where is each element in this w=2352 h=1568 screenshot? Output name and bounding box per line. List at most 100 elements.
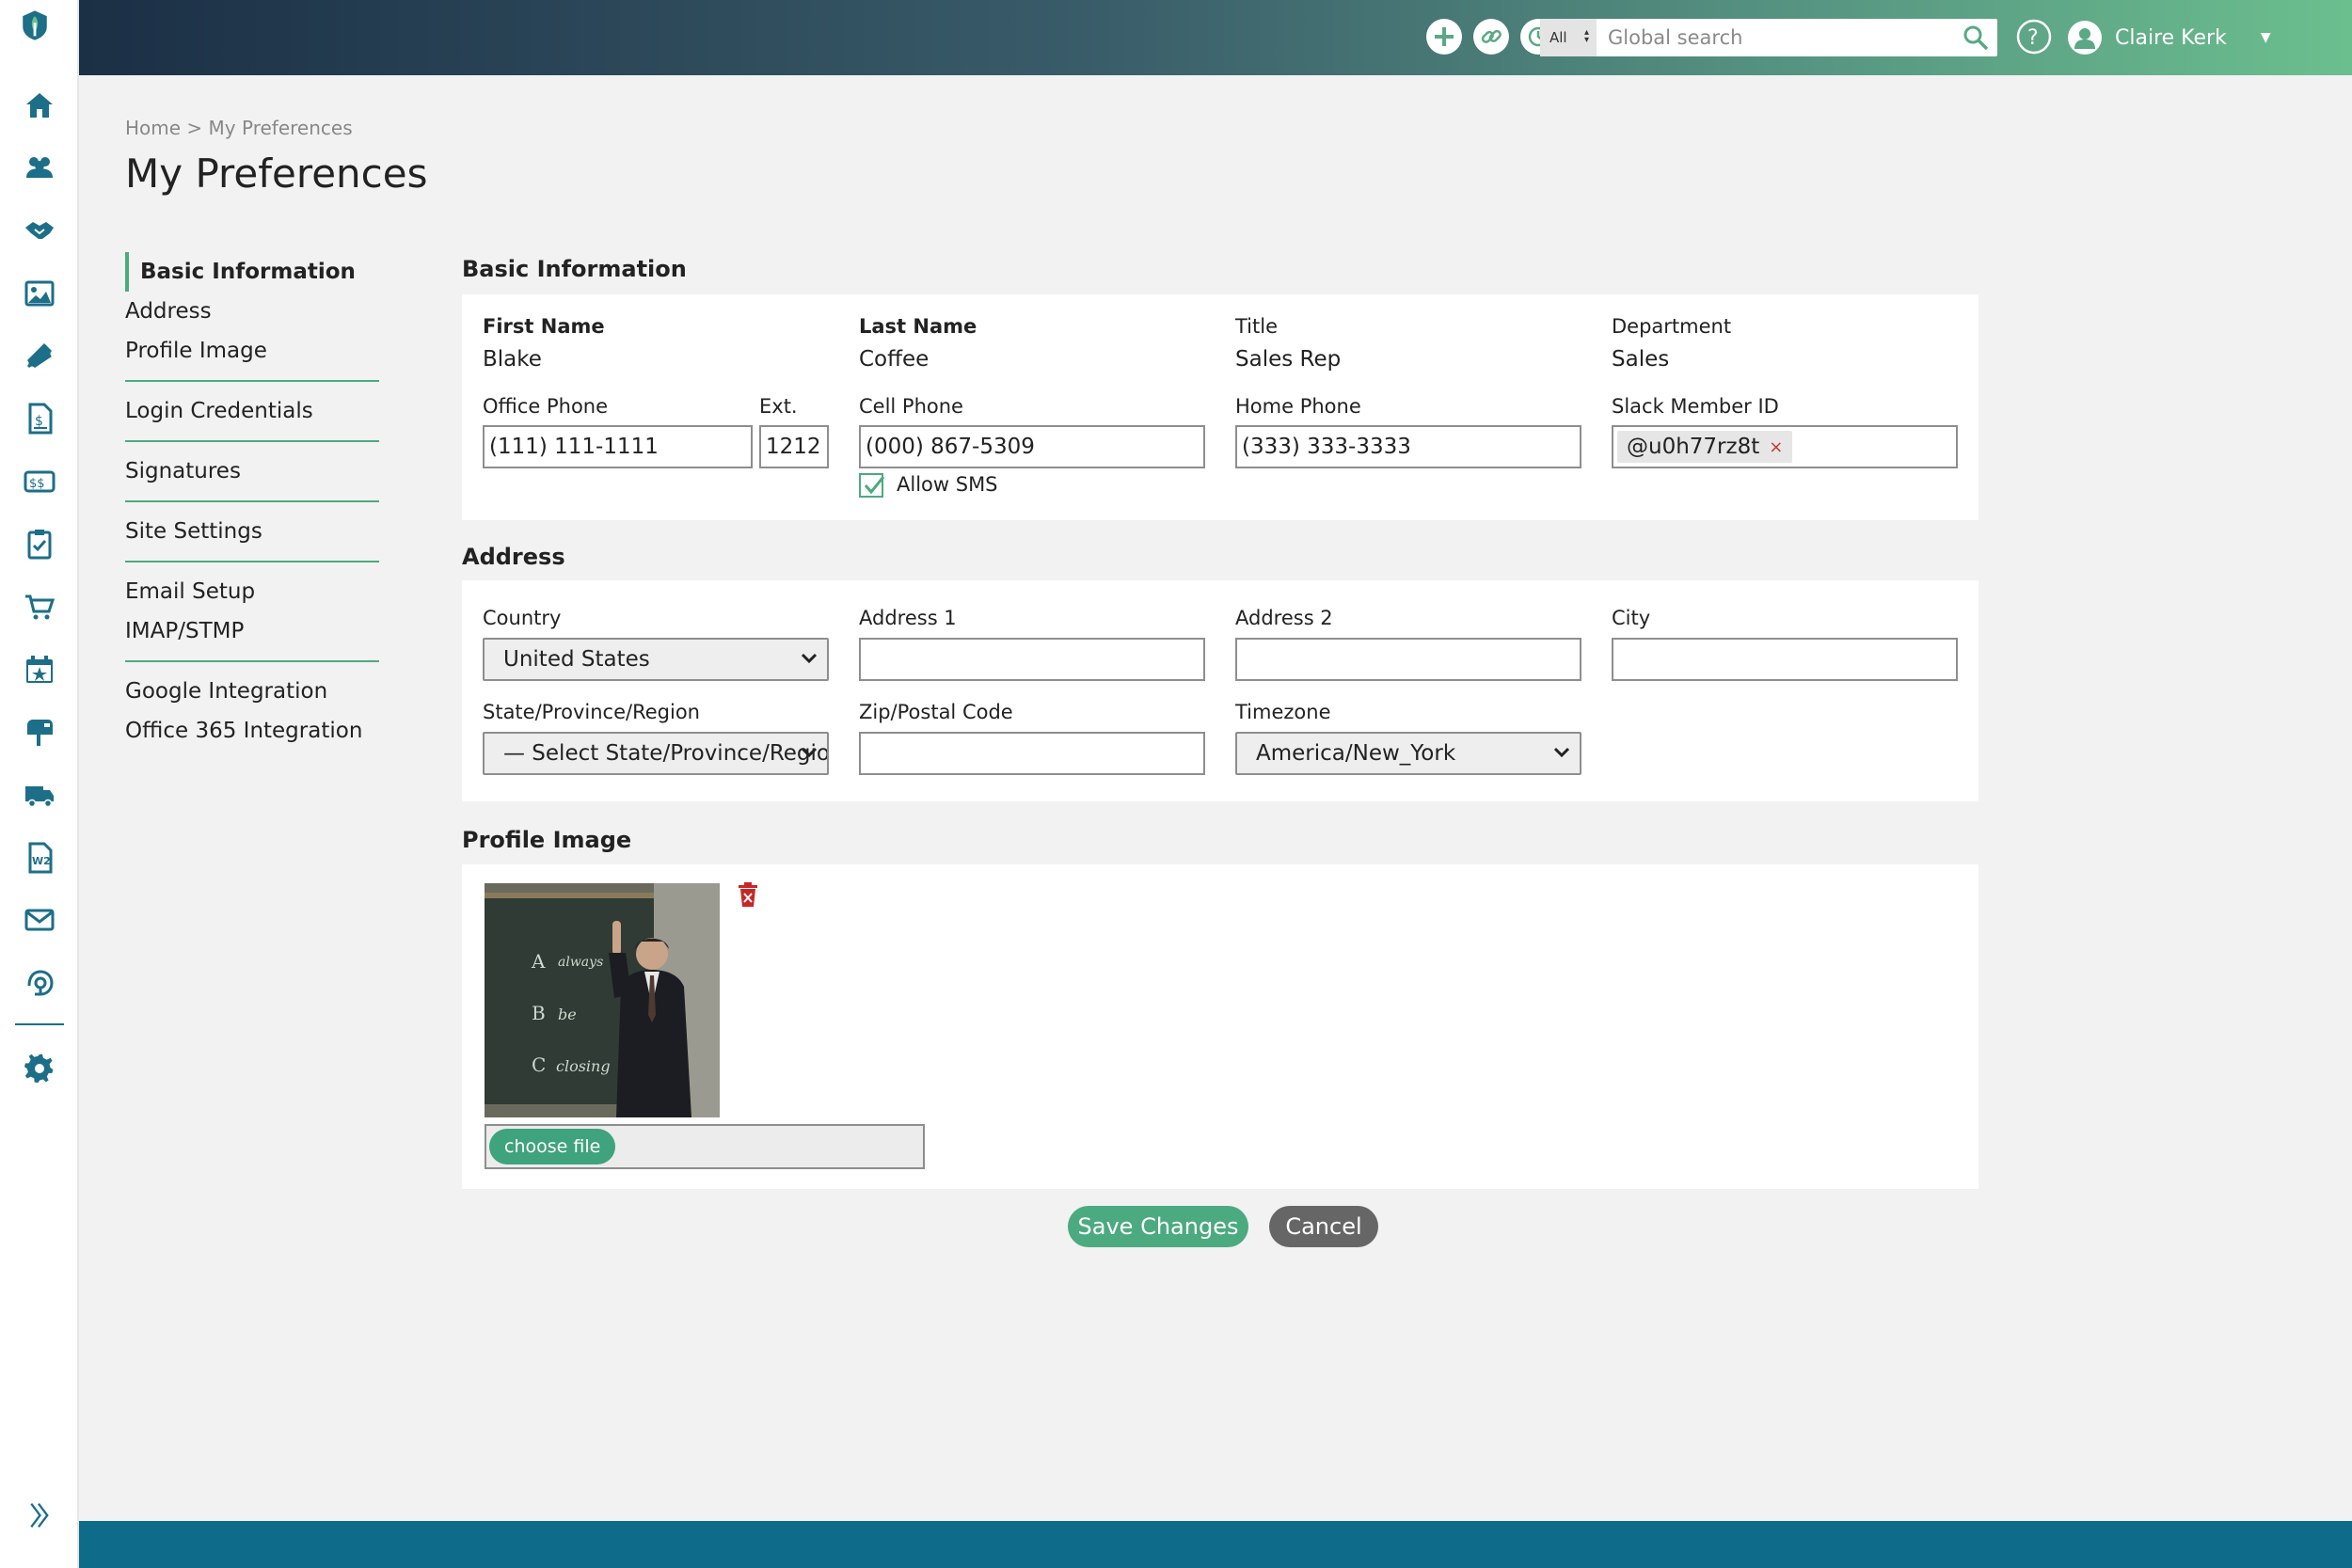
subnav-office365-integration[interactable]: Office 365 Integration: [125, 711, 379, 751]
cancel-button[interactable]: Cancel: [1269, 1206, 1378, 1247]
state-select-value: — Select State/Province/Region: [503, 741, 829, 766]
title-label: Title: [1235, 315, 1279, 338]
profile-photo: A always B be C closing: [485, 883, 720, 1117]
svg-text:$: $: [35, 414, 43, 429]
first-name-value: Blake: [483, 347, 542, 372]
subnav-basic-information[interactable]: Basic Information: [125, 252, 379, 292]
breadcrumb-separator: >: [181, 117, 209, 139]
support-icon[interactable]: [21, 964, 58, 1002]
zip-label: Zip/Postal Code: [859, 701, 1013, 723]
search-icon[interactable]: [1962, 24, 1990, 52]
title-value: Sales Rep: [1235, 347, 1342, 372]
chevron-down-icon: [801, 747, 818, 758]
timezone-label: Timezone: [1235, 701, 1331, 723]
cell-phone-label: Cell Phone: [859, 395, 963, 418]
settings-icon[interactable]: [21, 1050, 58, 1087]
home-phone-input[interactable]: [1235, 425, 1581, 468]
contacts-icon[interactable]: [21, 149, 58, 186]
mailbox-icon[interactable]: [21, 713, 58, 751]
svg-text:closing: closing: [556, 1057, 611, 1075]
search-scope-select[interactable]: All ▴ ▾: [1540, 19, 1597, 56]
subnav-divider: [125, 660, 379, 662]
cell-phone-input[interactable]: [859, 425, 1205, 468]
subnav-divider: [125, 500, 379, 502]
first-name-label: First Name: [483, 315, 605, 338]
ticket-icon[interactable]: [21, 337, 58, 374]
handshake-icon[interactable]: [21, 212, 58, 249]
slack-member-tag: @u0h77rz8t ×: [1617, 431, 1793, 463]
svg-text:$$: $$: [29, 477, 45, 491]
choose-file-button[interactable]: choose file: [489, 1129, 616, 1164]
city-input[interactable]: [1612, 638, 1958, 681]
svg-text:?: ?: [2027, 26, 2039, 50]
clipboard-icon[interactable]: [21, 525, 58, 562]
slack-member-id-input[interactable]: @u0h77rz8t ×: [1612, 425, 1958, 468]
subnav-google-integration[interactable]: Google Integration: [125, 672, 379, 711]
ext-input[interactable]: [759, 425, 829, 468]
state-label: State/Province/Region: [483, 701, 700, 723]
office-phone-input[interactable]: [483, 425, 753, 468]
file-input: choose file: [485, 1124, 925, 1169]
state-select[interactable]: — Select State/Province/Region: [483, 732, 829, 775]
search-scope-value: All: [1549, 29, 1567, 46]
subnav-divider: [125, 380, 379, 382]
address-heading: Address: [462, 544, 565, 570]
department-value: Sales: [1612, 347, 1670, 372]
avatar-icon: [2068, 21, 2102, 55]
subnav-imap-stmp[interactable]: IMAP/STMP: [125, 611, 379, 651]
subnav-profile-image[interactable]: Profile Image: [125, 331, 379, 371]
subnav-site-settings[interactable]: Site Settings: [125, 512, 379, 551]
cart-icon[interactable]: [21, 588, 58, 626]
top-bar: All ▴▾ ? Claire Kerk ▼: [79, 0, 2352, 75]
profile-image-panel: A always B be C closing choose file: [462, 864, 1979, 1189]
gallery-icon[interactable]: [21, 275, 58, 312]
svg-text:be: be: [558, 1006, 577, 1023]
subnav-login-credentials[interactable]: Login Credentials: [125, 391, 379, 431]
link-icon[interactable]: [1473, 19, 1509, 55]
allow-sms-checkbox[interactable]: [859, 473, 885, 498]
user-menu-caret-icon[interactable]: ▼: [2261, 30, 2271, 45]
slack-member-tag-text: @u0h77rz8t: [1627, 435, 1760, 459]
subnav-address[interactable]: Address: [125, 292, 379, 331]
subnav-signatures[interactable]: Signatures: [125, 451, 379, 491]
app-logo-icon[interactable]: [19, 9, 60, 55]
add-icon[interactable]: [1426, 19, 1462, 55]
rail-divider: [15, 1023, 64, 1025]
timezone-select-value: America/New_York: [1256, 741, 1456, 766]
address2-input[interactable]: [1235, 638, 1581, 681]
chevron-down-icon: [1553, 747, 1570, 758]
ext-label: Ext.: [759, 395, 798, 418]
svg-text:B: B: [532, 1002, 546, 1024]
address1-input[interactable]: [859, 638, 1205, 681]
home-phone-label: Home Phone: [1235, 395, 1361, 418]
preferences-subnav: Basic Information Address Profile Image …: [125, 252, 379, 751]
truck-icon[interactable]: [21, 776, 58, 814]
mail-icon[interactable]: [21, 901, 58, 939]
w2-icon[interactable]: W2: [21, 839, 58, 877]
breadcrumb-home[interactable]: Home: [125, 117, 181, 139]
country-select[interactable]: United States: [483, 638, 829, 681]
remove-tag-icon[interactable]: ×: [1769, 437, 1783, 457]
global-search-input[interactable]: [1600, 19, 1948, 56]
user-menu[interactable]: Claire Kerk ▼: [2068, 19, 2271, 56]
invoice-icon[interactable]: $: [21, 400, 58, 437]
left-nav-rail: $ $$ W2: [0, 0, 79, 1568]
slack-member-id-label: Slack Member ID: [1612, 395, 1779, 418]
expand-rail-icon[interactable]: [23, 1499, 56, 1541]
department-label: Department: [1612, 315, 1732, 338]
checkmark-icon: [864, 476, 885, 495]
basic-information-panel: First Name Blake Last Name Coffee Title …: [462, 294, 1979, 520]
timezone-select[interactable]: America/New_York: [1235, 732, 1581, 775]
country-label: Country: [483, 607, 562, 629]
office-phone-label: Office Phone: [483, 395, 609, 418]
save-changes-button[interactable]: Save Changes: [1068, 1206, 1248, 1247]
estimate-icon[interactable]: $$: [21, 463, 58, 500]
help-icon[interactable]: ?: [2016, 19, 2052, 55]
svg-text:always: always: [558, 955, 603, 970]
calendar-icon[interactable]: [21, 651, 58, 689]
zip-input[interactable]: [859, 732, 1205, 775]
delete-image-icon[interactable]: [737, 881, 759, 908]
subnav-email-setup[interactable]: Email Setup: [125, 572, 379, 611]
last-name-label: Last Name: [859, 315, 977, 338]
home-icon[interactable]: [21, 87, 58, 124]
